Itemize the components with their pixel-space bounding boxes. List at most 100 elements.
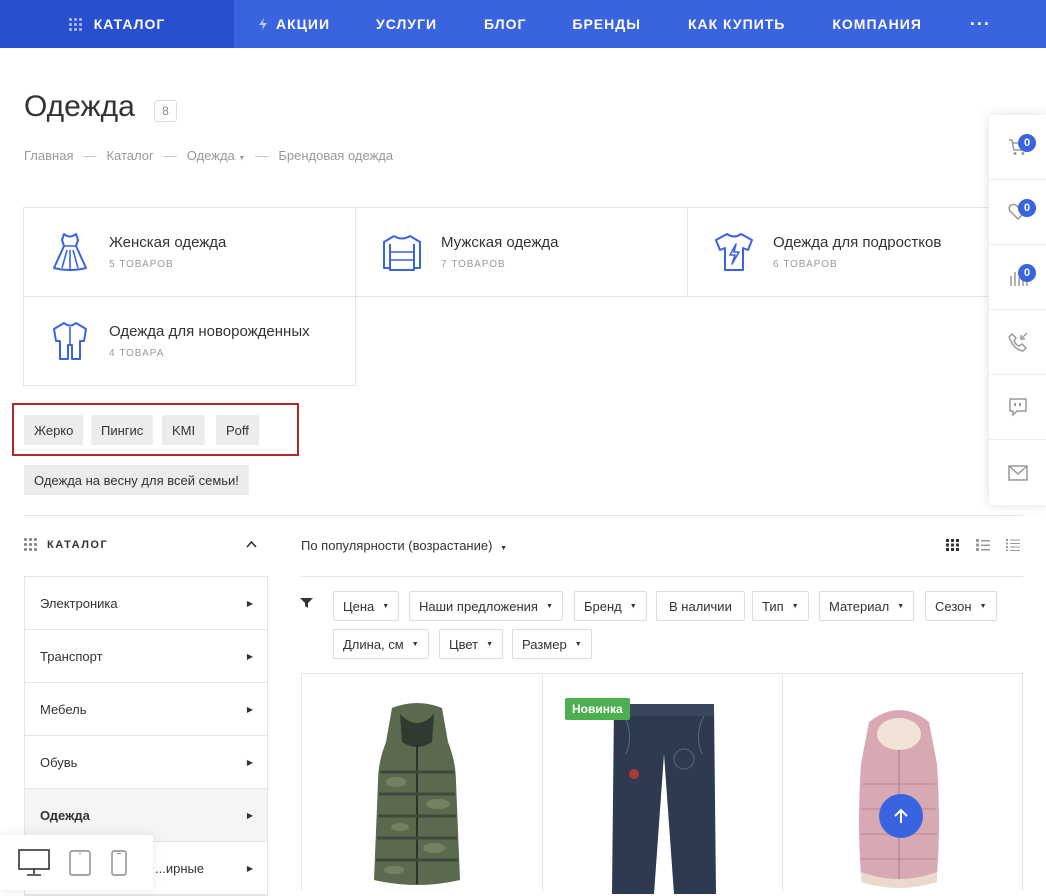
callback-button[interactable] bbox=[989, 310, 1046, 375]
product-card[interactable] bbox=[783, 674, 1023, 891]
filter-label: Материал bbox=[829, 598, 890, 614]
sort-dropdown[interactable]: По популярности (возрастание) ▼ bbox=[301, 538, 507, 553]
sidebar-item-furniture[interactable]: Мебель ▶ bbox=[25, 683, 267, 736]
brand-tag[interactable]: Пингис bbox=[91, 415, 154, 445]
caret-right-icon: ▶ bbox=[246, 598, 253, 608]
nav-catalog-label: КАТАЛОГ bbox=[93, 16, 166, 32]
new-product-badge: Новинка bbox=[565, 698, 630, 720]
caret-down-icon: ▼ bbox=[545, 602, 553, 610]
filter-label: Длина, см bbox=[343, 636, 404, 652]
brand-tag[interactable]: Poff bbox=[216, 415, 259, 445]
mobile-icon[interactable] bbox=[111, 850, 127, 876]
category-count: 4 ТОВАРА bbox=[109, 348, 165, 359]
grid-view-icon[interactable] bbox=[946, 539, 960, 551]
filter-material[interactable]: Материал ▼ bbox=[819, 591, 915, 621]
grid-icon bbox=[68, 17, 82, 31]
envelope-icon bbox=[1007, 464, 1028, 481]
breadcrumb-clothing[interactable]: Одежда ▼ bbox=[187, 148, 246, 163]
nav-item-services[interactable]: УСЛУГИ bbox=[376, 0, 437, 48]
product-card[interactable] bbox=[302, 674, 543, 891]
filter-icon[interactable] bbox=[300, 597, 313, 609]
category-count: 7 ТОВАРОВ bbox=[441, 259, 506, 270]
brand-tag[interactable]: KMI bbox=[162, 415, 206, 445]
product-count-badge: 8 bbox=[154, 100, 177, 122]
compare-button[interactable]: 0 bbox=[989, 245, 1046, 310]
nav-item-how-to-buy[interactable]: КАК КУПИТЬ bbox=[688, 0, 785, 48]
filter-label: Бренд bbox=[584, 598, 622, 614]
sidebar-item-label: Одежда bbox=[40, 807, 90, 823]
filter-length[interactable]: Длина, см ▼ bbox=[333, 629, 429, 659]
caret-down-icon: ▼ bbox=[486, 640, 494, 648]
favorites-button[interactable]: 0 bbox=[989, 180, 1046, 245]
nav-item-label: АКЦИИ bbox=[276, 16, 331, 32]
breadcrumb-separator: — bbox=[163, 148, 177, 163]
divider bbox=[24, 515, 1023, 516]
scroll-up-button[interactable] bbox=[879, 794, 923, 838]
favorites-count-badge: 0 bbox=[1018, 199, 1036, 217]
filter-offers[interactable]: Наши предложения ▼ bbox=[409, 591, 563, 621]
email-button[interactable] bbox=[989, 440, 1046, 505]
sidebar-title[interactable]: КАТАЛОГ bbox=[24, 538, 108, 551]
caret-down-icon: ▼ bbox=[629, 602, 637, 610]
category-card-men[interactable]: Мужская одежда 7 ТОВАРОВ bbox=[355, 207, 688, 297]
caret-down-icon: ▼ bbox=[897, 602, 905, 610]
filter-color[interactable]: Цвет ▼ bbox=[439, 629, 504, 659]
sidebar-item-label: Мебель bbox=[40, 701, 87, 717]
filter-in-stock[interactable]: В наличии bbox=[656, 591, 745, 621]
desktop-icon[interactable] bbox=[18, 849, 50, 877]
promo-tag[interactable]: Одежда на весну для всей семьи! bbox=[24, 465, 249, 495]
breadcrumb: Главная — Каталог — Одежда ▼ — Брендовая… bbox=[24, 148, 393, 163]
cart-button[interactable]: 0 bbox=[989, 115, 1046, 180]
brand-tag[interactable]: Жерко bbox=[24, 415, 84, 445]
chevron-up-icon[interactable] bbox=[246, 540, 257, 548]
sidebar-item-transport[interactable]: Транспорт ▶ bbox=[25, 630, 267, 683]
jeans-image bbox=[612, 704, 716, 894]
nav-item-company[interactable]: КОМПАНИЯ bbox=[832, 0, 922, 48]
caret-down-icon: ▼ bbox=[791, 602, 799, 610]
filter-price[interactable]: Цена ▼ bbox=[333, 591, 400, 621]
category-card-women[interactable]: Женская одежда 5 ТОВАРОВ bbox=[23, 207, 356, 297]
cart-count-badge: 0 bbox=[1018, 134, 1036, 152]
category-name: Одежда для подростков bbox=[773, 234, 942, 251]
sidebar-item-shoes[interactable]: Обувь ▶ bbox=[25, 736, 267, 789]
sidebar-item-label: Транспорт bbox=[40, 648, 103, 664]
caret-down-icon: ▼ bbox=[238, 155, 246, 162]
breadcrumb-home[interactable]: Главная bbox=[24, 148, 73, 163]
tablet-icon[interactable] bbox=[69, 850, 91, 876]
filter-season[interactable]: Сезон ▼ bbox=[925, 591, 997, 621]
sidebar-item-label: Электроника bbox=[40, 595, 118, 611]
nav-item-promotions[interactable]: АКЦИИ bbox=[258, 0, 330, 48]
caret-right-icon: ▶ bbox=[246, 757, 253, 767]
category-card-newborn[interactable]: Одежда для новорожденных 4 ТОВАРА bbox=[23, 296, 356, 386]
tshirt-icon bbox=[715, 233, 753, 271]
top-navigation: КАТАЛОГ АКЦИИ УСЛУГИ БЛОГ БРЕНДЫ КАК КУП… bbox=[0, 0, 1046, 48]
vest-image bbox=[374, 703, 460, 885]
filter-label: В наличии bbox=[669, 598, 732, 614]
filter-brand[interactable]: Бренд ▼ bbox=[574, 591, 647, 621]
page-title: Одежда bbox=[24, 90, 135, 123]
filter-size[interactable]: Размер ▼ bbox=[512, 629, 592, 659]
dress-icon bbox=[53, 233, 87, 271]
nav-item-blog[interactable]: БЛОГ bbox=[484, 0, 526, 48]
caret-down-icon: ▼ bbox=[382, 602, 390, 610]
sidebar-item-label: Обувь bbox=[40, 754, 78, 770]
list-view-icon[interactable] bbox=[976, 539, 990, 551]
table-view-icon[interactable] bbox=[1006, 539, 1020, 551]
nav-more-button[interactable]: ··· bbox=[970, 0, 991, 48]
sidebar-item-electronics[interactable]: Электроника ▶ bbox=[25, 577, 267, 630]
sweater-icon bbox=[383, 235, 421, 271]
nav-item-brands[interactable]: БРЕНДЫ bbox=[572, 0, 641, 48]
nav-catalog-button[interactable]: КАТАЛОГ bbox=[0, 0, 234, 48]
filter-type[interactable]: Тип ▼ bbox=[752, 591, 809, 621]
category-count: 6 ТОВАРОВ bbox=[773, 259, 838, 270]
reviews-button[interactable] bbox=[989, 375, 1046, 440]
arrow-up-icon bbox=[894, 808, 908, 823]
breadcrumb-catalog[interactable]: Каталог bbox=[106, 148, 153, 163]
breadcrumb-separator: — bbox=[83, 148, 97, 163]
grid-icon bbox=[24, 538, 37, 551]
sidebar-item-label: ...ирные bbox=[155, 860, 205, 876]
right-floating-panel: 0 0 0 bbox=[989, 115, 1046, 505]
filter-label: Сезон bbox=[935, 598, 972, 614]
device-switcher bbox=[0, 835, 153, 890]
caret-down-icon: ▼ bbox=[574, 640, 582, 648]
